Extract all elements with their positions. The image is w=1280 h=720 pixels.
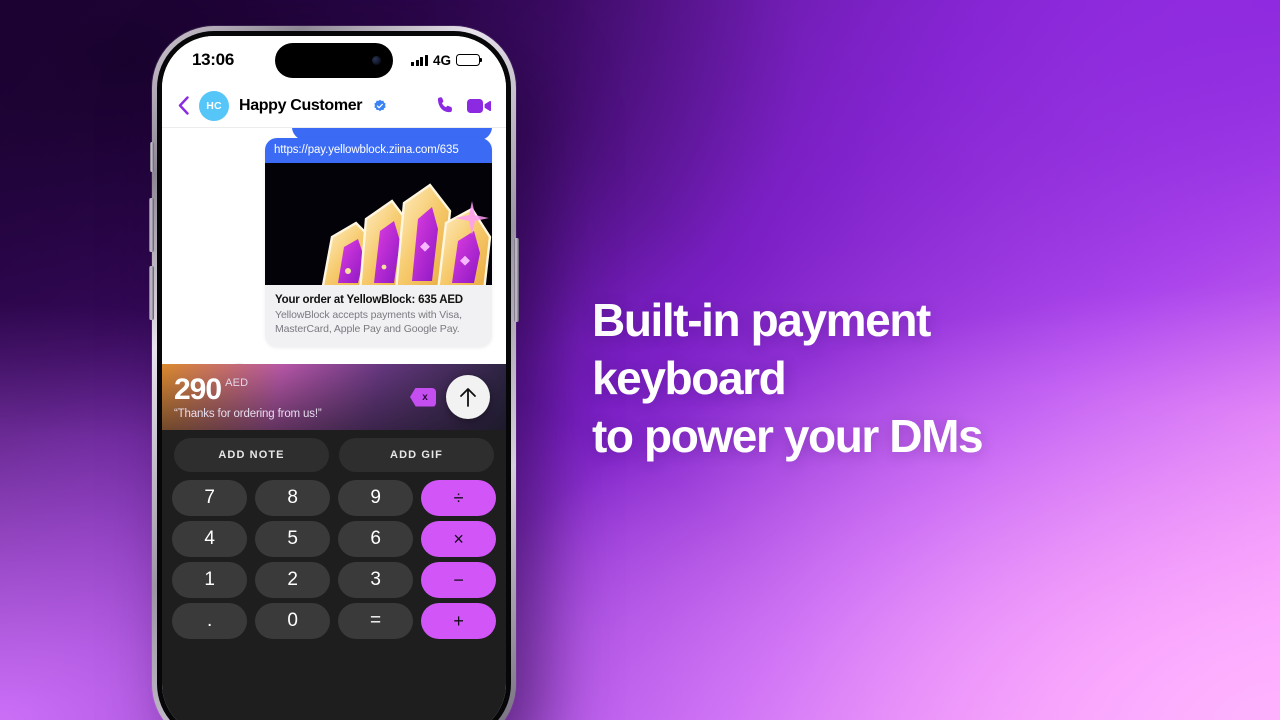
verified-badge-icon [374,99,386,111]
crystal-gem-image [265,163,492,285]
key-decimal[interactable]: . [172,603,247,639]
key-3[interactable]: 3 [338,562,413,598]
add-note-button[interactable]: ADD NOTE [174,438,329,472]
status-indicators: 4G [411,52,483,68]
avatar[interactable]: HC [199,90,229,121]
phone-mockup: 13:06 4G HC Happy Customer https://pay.y… [149,26,519,720]
key-plus[interactable]: + [421,603,496,639]
payment-link-title: Your order at YellowBlock: 635 AED [275,294,463,306]
volume-up-button[interactable] [149,198,154,252]
headline-line-3: to power your DMs [592,410,984,462]
phone-bezel: 13:06 4G HC Happy Customer https://pay.y… [157,31,511,720]
key-8[interactable]: 8 [255,480,330,516]
keyboard-actions: ADD NOTE ADD GIF [162,430,506,478]
numeric-keypad: 7 8 9 ÷ 4 5 6 × 1 2 3 − . 0 = + [162,478,506,639]
chat-messages: https://pay.yellowblock.ziina.com/635 Yo… [162,128,506,364]
delete-key-label: x [422,391,428,403]
amount-value: 290 [174,372,222,406]
key-5[interactable]: 5 [255,521,330,557]
key-equals[interactable]: = [338,603,413,639]
key-1[interactable]: 1 [172,562,247,598]
headline-line-1: Built-in payment [592,294,931,346]
key-4[interactable]: 4 [172,521,247,557]
key-9[interactable]: 9 [338,480,413,516]
payment-link-description: YellowBlock accepts payments with Visa, … [275,309,462,335]
battery-icon [456,54,483,66]
arrow-up-icon [460,388,476,407]
phone-screen: 13:06 4G HC Happy Customer https://pay.y… [162,36,506,720]
key-0[interactable]: 0 [255,603,330,639]
silent-switch[interactable] [150,142,154,172]
payment-link-preview: Your order at YellowBlock: 635 AED Yello… [265,285,492,347]
crystal-gem-illustration [321,183,492,285]
key-6[interactable]: 6 [338,521,413,557]
video-camera-icon[interactable] [466,96,492,116]
payment-link-card[interactable]: https://pay.yellowblock.ziina.com/635 Yo… [265,138,492,347]
payment-keyboard: 290 AED “Thanks for ordering from us!” x [162,364,506,720]
delete-key[interactable]: x [410,387,436,407]
phone-icon[interactable] [435,95,456,116]
amount-bar: 290 AED “Thanks for ordering from us!” x [162,364,506,430]
chat-header: HC Happy Customer [162,84,506,128]
add-gif-button[interactable]: ADD GIF [339,438,494,472]
contact-name[interactable]: Happy Customer [239,97,362,115]
keypad-row: 1 2 3 − [172,562,496,598]
dynamic-island [275,43,393,78]
send-payment-button[interactable] [446,375,490,419]
key-minus[interactable]: − [421,562,496,598]
chevron-left-icon[interactable] [178,96,189,115]
key-divide[interactable]: ÷ [421,480,496,516]
headline: Built-in payment keyboard to power your … [592,291,1192,465]
amount-note: “Thanks for ordering from us!” [174,407,322,420]
keypad-row: 7 8 9 ÷ [172,480,496,516]
front-camera-icon [372,56,381,65]
network-label: 4G [432,52,451,68]
power-button[interactable] [514,238,519,322]
avatar-initials: HC [206,99,222,112]
amount-display[interactable]: 290 AED “Thanks for ordering from us!” [174,372,400,420]
status-bar: 13:06 4G [162,36,506,84]
key-multiply[interactable]: × [421,521,496,557]
payment-link-url[interactable]: https://pay.yellowblock.ziina.com/635 [265,138,492,163]
status-time: 13:06 [192,50,234,69]
keypad-row: . 0 = + [172,603,496,639]
signal-bars-icon [411,54,428,66]
keypad-row: 4 5 6 × [172,521,496,557]
key-2[interactable]: 2 [255,562,330,598]
key-7[interactable]: 7 [172,480,247,516]
headline-line-2: keyboard [592,352,787,404]
volume-down-button[interactable] [149,266,154,320]
amount-currency: AED [225,376,249,389]
